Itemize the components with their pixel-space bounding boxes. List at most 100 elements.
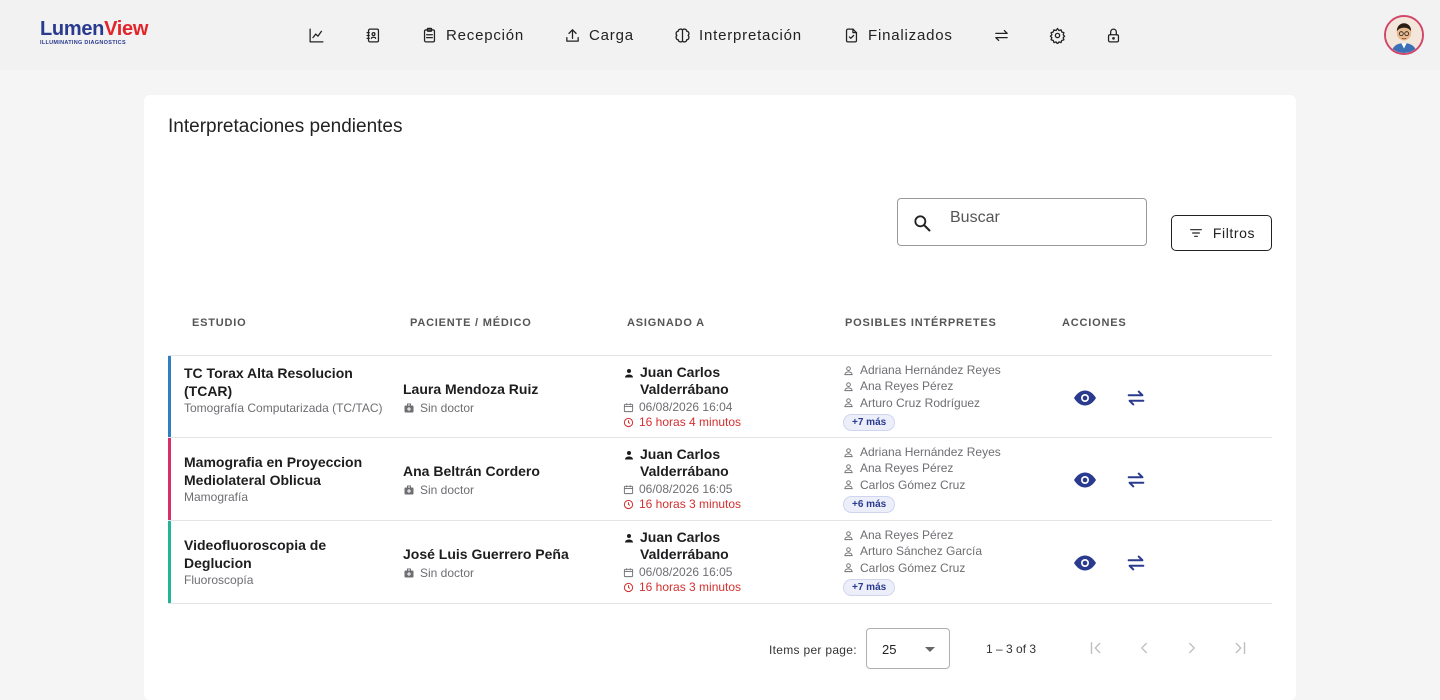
page-size-value: 25 [882, 642, 897, 657]
logo-tagline: ILLUMINATING DIAGNOSTICS [40, 40, 126, 46]
avatar-illustration [1386, 17, 1422, 53]
row-accent-bar [168, 521, 171, 603]
patient-name: Ana Beltrán Cordero [403, 463, 540, 479]
user-avatar[interactable] [1384, 15, 1424, 55]
eye-icon [1074, 472, 1096, 488]
interpreters-cell: Adriana Hernández Reyes Ana Reyes Pérez … [843, 444, 1001, 513]
clock-icon [623, 499, 634, 509]
column-header-interpretes[interactable]: POSIBLES INTÉRPRETES [845, 317, 997, 329]
assigned-doctor: Juan Carlos Valderrábano [640, 529, 729, 562]
search-input[interactable]: Buscar [897, 198, 1147, 246]
table-row[interactable]: TC Torax Alta Resolucion (TCAR) Tomograf… [168, 355, 1272, 438]
study-cell: Videofluoroscopia de Deglucion Fluorosco… [184, 537, 384, 588]
person-outline-icon [844, 480, 853, 490]
filter-icon [1189, 229, 1202, 237]
first-page-button[interactable] [1084, 636, 1108, 660]
search-placeholder: Buscar [950, 209, 1000, 226]
pending-interpretations-card: Interpretaciones pendientes Buscar Filtr… [144, 95, 1296, 700]
view-button[interactable] [1073, 386, 1097, 410]
elapsed-time: 16 horas 4 minutos [639, 415, 742, 429]
nav-gear-icon[interactable] [1046, 24, 1068, 46]
assigned-cell: Juan Carlos Valderrábano 06/08/2026 16:0… [623, 446, 760, 511]
patient-name: Laura Mendoza Ruiz [403, 381, 539, 397]
nav-lock-icon[interactable] [1102, 24, 1124, 46]
assigned-date: 06/08/2026 16:05 [639, 482, 733, 496]
nav-swap-arrows-icon[interactable] [990, 24, 1012, 46]
person-outline-icon [844, 366, 853, 375]
view-button[interactable] [1073, 551, 1097, 575]
column-header-paciente[interactable]: PACIENTE / MÉDICO [410, 317, 532, 329]
medical-bag-icon [404, 568, 414, 578]
last-page-icon [1235, 642, 1246, 654]
reassign-button[interactable] [1124, 386, 1148, 410]
assigned-cell: Juan Carlos Valderrábano 06/08/2026 16:0… [623, 529, 760, 594]
file-check-icon [845, 27, 858, 43]
person-outline-icon [844, 531, 853, 540]
clock-icon [623, 417, 634, 427]
reassign-button[interactable] [1124, 468, 1148, 492]
more-interpreters-chip[interactable]: +7 más [843, 578, 896, 596]
page-title: Interpretaciones pendientes [168, 116, 403, 137]
elapsed-time: 16 horas 3 minutos [639, 497, 742, 511]
study-name: TC Torax Alta Resolucion (TCAR) [184, 365, 353, 399]
person-icon [625, 369, 633, 378]
assigned-date: 06/08/2026 16:05 [639, 565, 733, 579]
interpreter-name: Ana Reyes Pérez [860, 528, 954, 542]
chevron-left-icon [1141, 642, 1147, 654]
person-icon [625, 451, 633, 460]
clipboard-icon [423, 27, 436, 43]
assigned-date: 06/08/2026 16:04 [639, 400, 733, 414]
first-page-icon [1090, 642, 1101, 654]
doctor-name: Sin doctor [420, 401, 475, 415]
page-range-label: 1 – 3 of 3 [986, 642, 1037, 656]
patient-cell: José Luis Guerrero Peña Sin doctor [403, 546, 569, 580]
interpreter-name: Adriana Hernández Reyes [860, 363, 1001, 377]
reassign-button[interactable] [1124, 551, 1148, 575]
table-row[interactable]: Videofluoroscopia de Deglucion Fluorosco… [168, 521, 1272, 604]
medical-bag-icon [404, 485, 414, 495]
interpreter-name: Carlos Gómez Cruz [860, 477, 966, 492]
table-row[interactable]: Mamografia en Proyeccion Mediolateral Ob… [168, 438, 1272, 521]
nav-dashboard-chart-icon[interactable] [305, 24, 327, 46]
previous-page-button[interactable] [1132, 636, 1156, 660]
assigned-cell: Juan Carlos Valderrábano 06/08/2026 16:0… [623, 364, 760, 429]
swap-arrows-icon [1127, 390, 1145, 406]
eye-icon [1074, 555, 1096, 571]
calendar-icon [623, 567, 634, 577]
more-interpreters-chip[interactable]: +7 más [843, 413, 896, 431]
chevron-down-icon [925, 647, 935, 652]
filters-button[interactable]: Filtros [1171, 215, 1272, 251]
next-page-button[interactable] [1180, 636, 1204, 660]
eye-icon [1074, 390, 1096, 406]
person-outline-icon [844, 563, 853, 573]
more-interpreters-chip[interactable]: +6 más [843, 495, 896, 513]
assigned-doctor: Juan Carlos Valderrábano [640, 364, 729, 397]
nav-carga[interactable]: Carga [564, 24, 634, 46]
column-header-asignado[interactable]: ASIGNADO A [627, 317, 705, 329]
study-modality: Mamografía [184, 490, 249, 504]
patient-cell: Ana Beltrán Cordero Sin doctor [403, 463, 540, 497]
nav-contacts-book-icon[interactable] [362, 24, 384, 46]
view-button[interactable] [1073, 468, 1097, 492]
assigned-doctor: Juan Carlos Valderrábano [640, 446, 729, 479]
interpreter-name: Carlos Gómez Cruz [860, 560, 966, 575]
person-outline-icon [844, 464, 853, 474]
interpreters-cell: Ana Reyes Pérez Arturo Sánchez García Ca… [843, 527, 982, 596]
swap-arrows-icon [1127, 555, 1145, 571]
patient-cell: Laura Mendoza Ruiz Sin doctor [403, 381, 538, 415]
study-cell: TC Torax Alta Resolucion (TCAR) Tomograf… [184, 365, 384, 416]
interpreter-name: Arturo Cruz Rodríguez [860, 395, 981, 410]
column-header-estudio[interactable]: ESTUDIO [192, 317, 247, 329]
lumenview-logo[interactable]: LumenView ILLUMINATING DIAGNOSTICS [40, 18, 170, 52]
last-page-button[interactable] [1228, 636, 1252, 660]
study-name: Videofluoroscopia de Deglucion [184, 537, 327, 571]
swap-arrows-icon [1127, 472, 1145, 488]
nav-recepcion[interactable]: Recepción [421, 24, 524, 46]
study-name: Mamografia en Proyeccion Mediolateral Ob… [184, 454, 363, 488]
interpreter-name: Ana Reyes Pérez [860, 379, 954, 394]
person-outline-icon [844, 448, 853, 457]
doctor-name: Sin doctor [420, 483, 475, 497]
nav-interpretacion[interactable]: Interpretación [674, 24, 802, 46]
nav-finalizados[interactable]: Finalizados [843, 24, 953, 46]
page-size-select[interactable]: 25 [866, 628, 950, 669]
